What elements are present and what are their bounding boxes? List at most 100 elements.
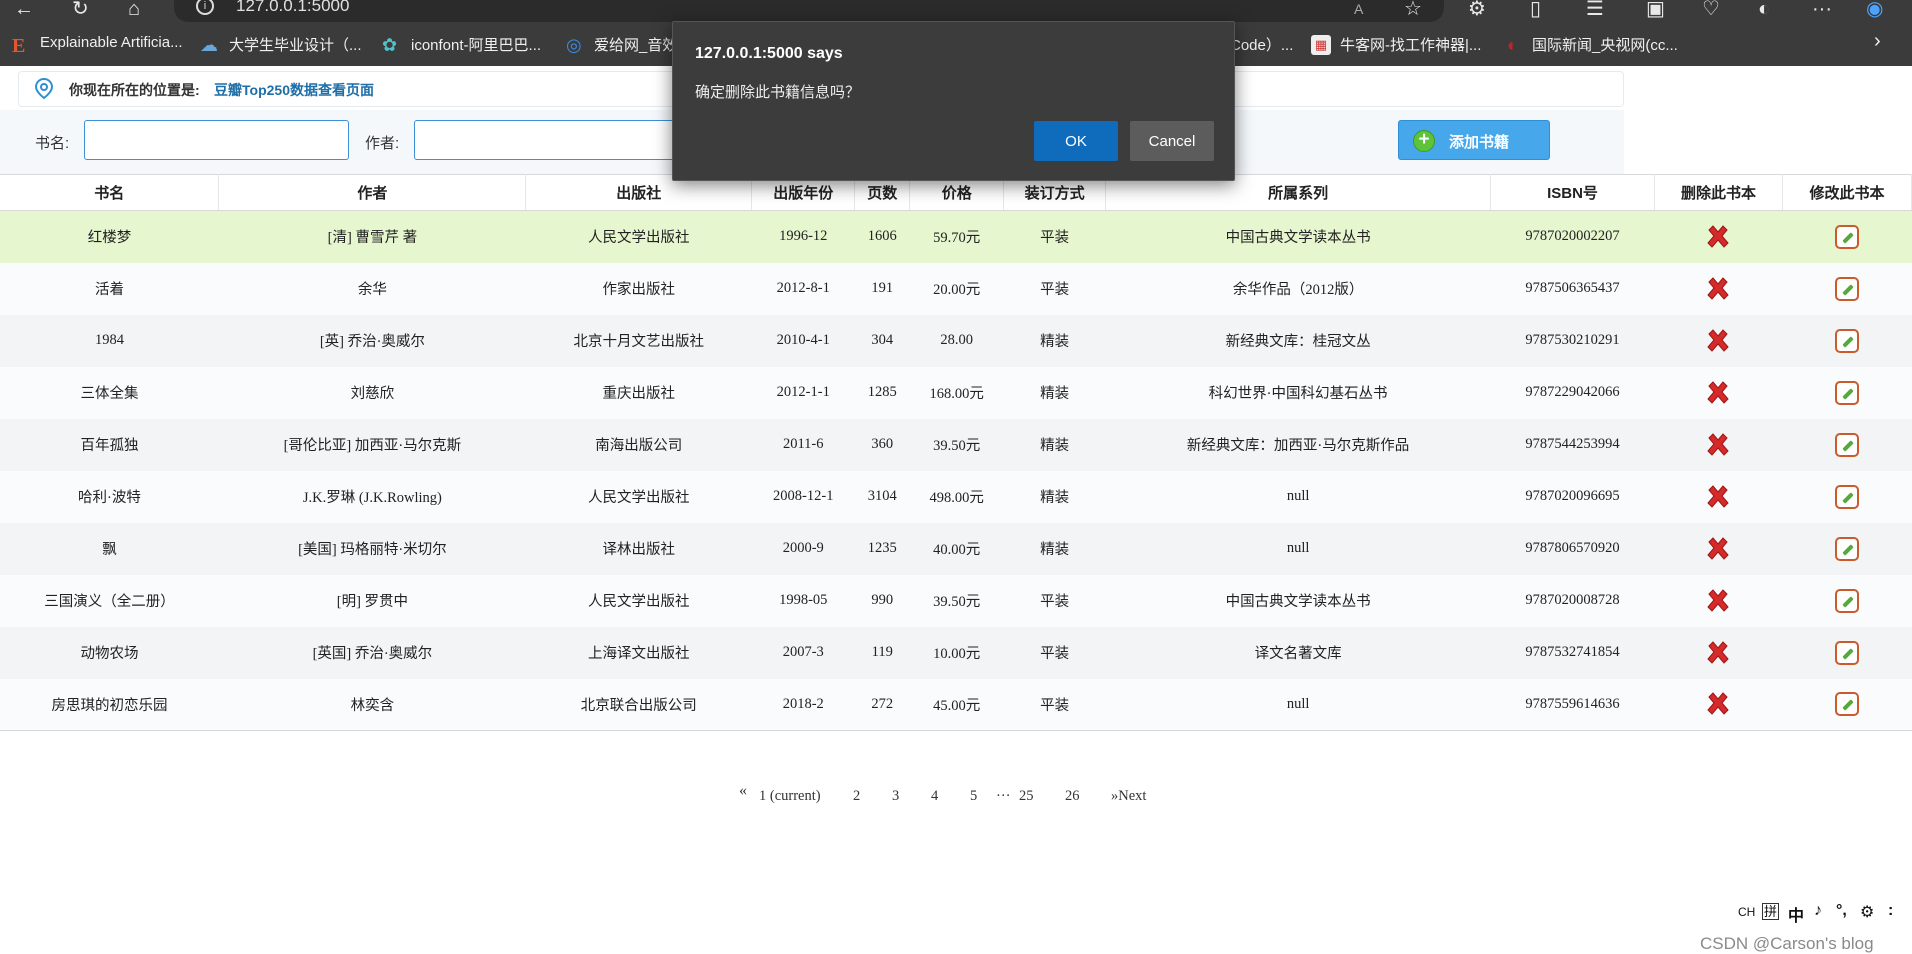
delete-icon[interactable] bbox=[1705, 588, 1731, 614]
delete-cell bbox=[1654, 574, 1783, 627]
breadcrumb-current-page[interactable]: 豆瓣Top250数据查看页面 bbox=[214, 80, 374, 100]
author-cell: [哥伦比亚] 加西亚·马尔克斯 bbox=[218, 418, 526, 471]
copilot-icon[interactable]: ◉ bbox=[1866, 0, 1883, 19]
edit-pencil-icon[interactable] bbox=[1834, 276, 1859, 301]
column-header: 删除此书本 bbox=[1654, 174, 1783, 211]
pagination-next[interactable]: »Next bbox=[1111, 788, 1146, 805]
confirm-dialog: 127.0.0.1:5000 says 确定删除此书籍信息吗？ OK Cance… bbox=[672, 21, 1235, 181]
delete-icon[interactable] bbox=[1705, 224, 1731, 250]
author-cell: 林奕含 bbox=[218, 678, 526, 731]
edit-pencil-icon[interactable] bbox=[1834, 484, 1859, 509]
edit-pencil-icon[interactable] bbox=[1834, 692, 1859, 717]
book-name-input[interactable] bbox=[84, 120, 349, 160]
binding-cell: 平装 bbox=[1003, 574, 1106, 627]
series-cell: 译文名著文库 bbox=[1105, 626, 1491, 679]
publisher-cell: 北京联合出版公司 bbox=[525, 678, 752, 731]
bookmark-item[interactable]: 牛客网-找工作神器|... bbox=[1340, 34, 1481, 55]
chevron-right-icon[interactable]: › bbox=[1874, 30, 1881, 53]
ime-item[interactable]: °, bbox=[1836, 902, 1847, 920]
pagination-page[interactable]: 5 bbox=[970, 788, 977, 805]
book-title-cell: 活着 bbox=[0, 262, 219, 315]
ok-button[interactable]: OK bbox=[1034, 121, 1118, 161]
table-row: 飘 [美国] 玛格丽特·米切尔 译林出版社 2000-9 1235 40.00元 精装 nul… bbox=[0, 522, 1912, 575]
bookmark-item[interactable]: iconfont-阿里巴巴... bbox=[411, 34, 541, 55]
cancel-button[interactable]: Cancel bbox=[1130, 121, 1214, 161]
author-input[interactable] bbox=[414, 120, 679, 160]
pages-cell: 1285 bbox=[854, 366, 910, 419]
bookmark-item[interactable]: 爱给网_音效 bbox=[594, 34, 677, 55]
back-icon[interactable]: ← bbox=[14, 0, 34, 19]
pagination-current[interactable]: 1 (current) bbox=[759, 788, 821, 805]
table-row: 哈利·波特 J.K.罗琳 (J.K.Rowling) 人民文学出版社 2008-12-… bbox=[0, 470, 1912, 523]
publisher-cell: 译林出版社 bbox=[525, 522, 752, 575]
edit-pencil-icon[interactable] bbox=[1834, 432, 1859, 457]
pagination-page[interactable]: 26 bbox=[1065, 788, 1080, 805]
ime-item[interactable]: 中 bbox=[1788, 902, 1804, 926]
edit-pencil-icon[interactable] bbox=[1834, 588, 1859, 613]
price-cell: 20.00元 bbox=[909, 262, 1004, 315]
isbn-cell: 9787559614636 bbox=[1490, 678, 1655, 731]
ime-item[interactable]: : bbox=[1888, 902, 1893, 920]
collections-icon[interactable]: ▣ bbox=[1646, 0, 1665, 19]
pagination-page[interactable]: 2 bbox=[853, 788, 860, 805]
publisher-cell: 人民文学出版社 bbox=[525, 210, 752, 263]
address-url[interactable]: 127.0.0.1:5000 bbox=[236, 0, 349, 16]
site-info-icon[interactable]: i bbox=[196, 0, 214, 15]
delete-icon[interactable] bbox=[1705, 328, 1731, 354]
edit-pencil-icon[interactable] bbox=[1834, 328, 1859, 353]
bookmark-item[interactable]: 大学生毕业设计（... bbox=[229, 34, 362, 55]
delete-icon[interactable] bbox=[1705, 380, 1731, 406]
home-icon[interactable]: ⌂ bbox=[128, 0, 140, 19]
pagination-ellipsis: … bbox=[996, 784, 1011, 800]
profile-icon[interactable]: ◐ bbox=[1758, 0, 1770, 19]
publisher-cell: 作家出版社 bbox=[525, 262, 752, 315]
performance-icon[interactable]: ♡ bbox=[1702, 0, 1720, 19]
refresh-icon[interactable]: ↻ bbox=[72, 0, 89, 19]
delete-icon[interactable] bbox=[1705, 484, 1731, 510]
delete-icon[interactable] bbox=[1705, 432, 1731, 458]
page-content: 你现在所在的位置是: 豆瓣Top250数据查看页面 书名: 作者: + 添加书籍… bbox=[0, 66, 1912, 953]
pagination-page[interactable]: 4 bbox=[931, 788, 938, 805]
price-cell: 28.00 bbox=[909, 314, 1004, 367]
read-aloud-icon[interactable]: A bbox=[1354, 0, 1363, 18]
delete-icon[interactable] bbox=[1705, 276, 1731, 302]
edit-cell bbox=[1782, 522, 1912, 575]
favorites-icon[interactable]: ☰ bbox=[1586, 0, 1604, 19]
price-cell: 40.00元 bbox=[909, 522, 1004, 575]
edit-pencil-icon[interactable] bbox=[1834, 224, 1859, 249]
price-cell: 10.00元 bbox=[909, 626, 1004, 679]
ime-item[interactable]: 拼 bbox=[1762, 903, 1780, 920]
more-icon[interactable]: ··· bbox=[1812, 0, 1832, 19]
series-cell: 中国古典文学读本丛书 bbox=[1105, 574, 1491, 627]
delete-icon[interactable] bbox=[1705, 691, 1731, 717]
extensions-icon[interactable]: ⚙ bbox=[1468, 0, 1486, 19]
ime-item[interactable]: ⚙ bbox=[1860, 902, 1874, 922]
edit-pencil-icon[interactable] bbox=[1834, 380, 1859, 405]
edit-pencil-icon[interactable] bbox=[1834, 640, 1859, 665]
edit-pencil-icon[interactable] bbox=[1834, 536, 1859, 561]
pagination-page[interactable]: 25 bbox=[1019, 788, 1034, 805]
pagination-page[interactable]: 3 bbox=[892, 788, 899, 805]
delete-icon[interactable] bbox=[1705, 640, 1731, 666]
series-cell: 余华作品（2012版） bbox=[1105, 262, 1491, 315]
isbn-cell: 9787020002207 bbox=[1490, 210, 1655, 263]
delete-cell bbox=[1654, 470, 1783, 523]
bookmark-item[interactable]: 国际新闻_央视网(cc... bbox=[1532, 34, 1678, 55]
add-book-button[interactable]: + 添加书籍 bbox=[1398, 120, 1550, 160]
bookmark-item[interactable]: Explainable Artificia... bbox=[40, 34, 183, 51]
binding-cell: 平装 bbox=[1003, 262, 1106, 315]
pagination-prev[interactable]: « bbox=[739, 782, 747, 800]
isbn-cell: 9787544253994 bbox=[1490, 418, 1655, 471]
table-row: 活着 余华 作家出版社 2012-8-1 191 20.00元 平装 余华作品（2012版） 9… bbox=[0, 262, 1912, 315]
ime-item[interactable]: CH bbox=[1738, 905, 1755, 919]
bookmark-item[interactable]: Code）... bbox=[1230, 34, 1293, 55]
delete-icon[interactable] bbox=[1705, 536, 1731, 562]
address-bar[interactable]: i 127.0.0.1:5000 A ☆ bbox=[174, 0, 1444, 22]
breadcrumb-prefix: 你现在所在的位置是: bbox=[69, 82, 200, 98]
ime-item[interactable]: ♪ bbox=[1814, 902, 1822, 920]
isbn-cell: 9787020008728 bbox=[1490, 574, 1655, 627]
publisher-cell: 南海出版公司 bbox=[525, 418, 752, 471]
series-cell: null bbox=[1105, 522, 1491, 575]
split-screen-icon[interactable]: ▯ bbox=[1530, 0, 1541, 19]
favorite-star-icon[interactable]: ☆ bbox=[1404, 0, 1422, 19]
